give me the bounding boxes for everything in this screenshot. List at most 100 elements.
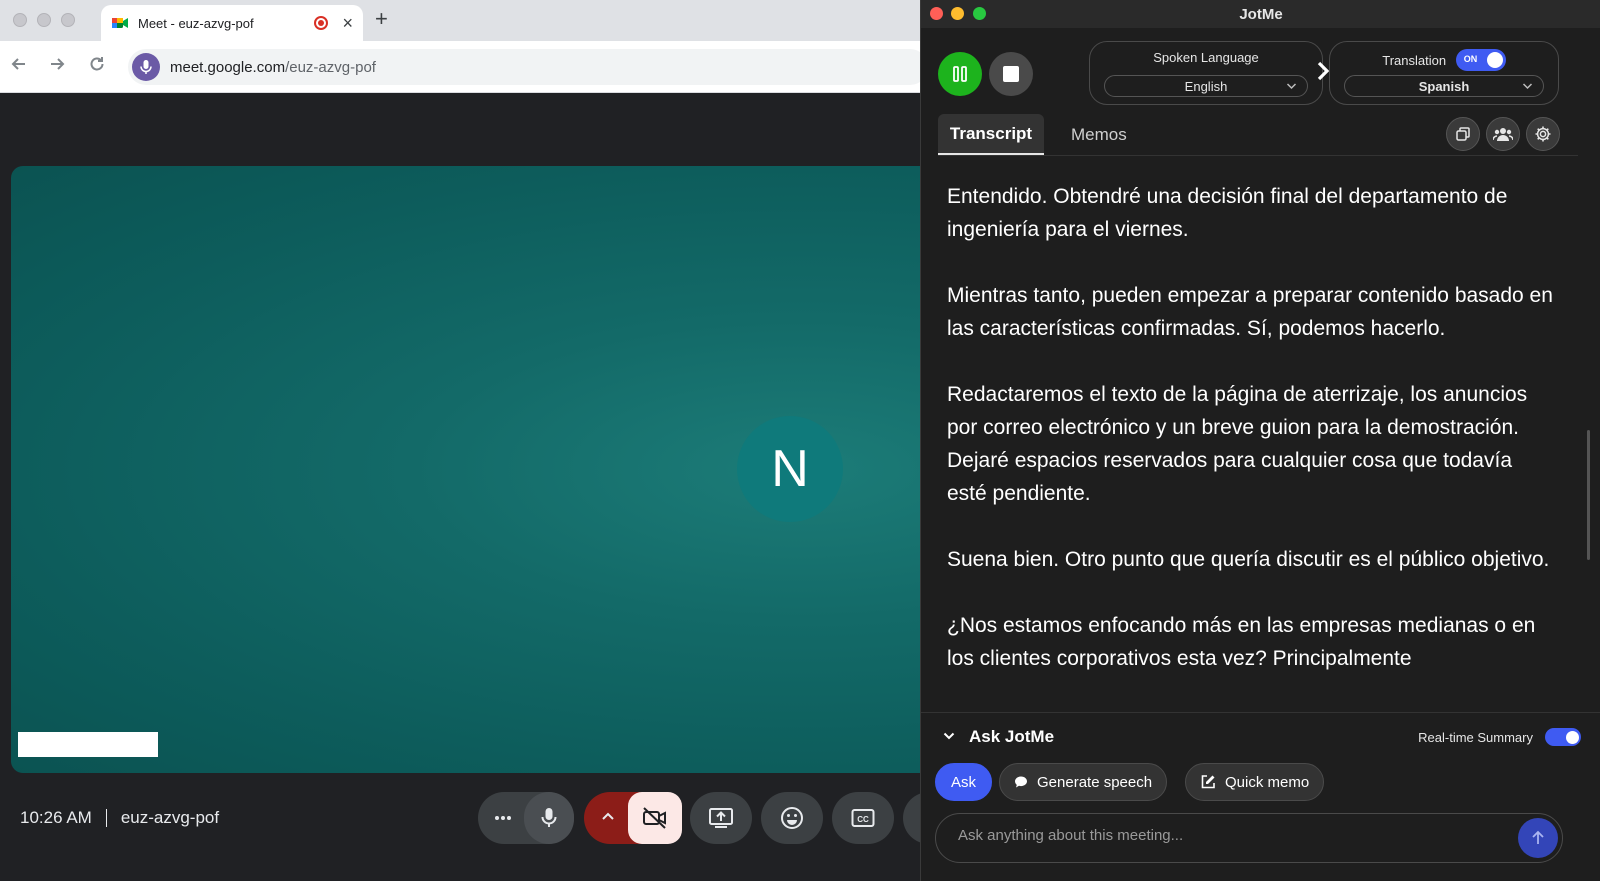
transcript-paragraph: Entendido. Obtendré una decisión final d… [947, 185, 1508, 241]
gear-icon [1535, 126, 1551, 142]
toggle-knob [1486, 52, 1503, 68]
transcript-area[interactable]: Entendido. Obtendré una decisión final d… [947, 180, 1555, 700]
translation-language-select[interactable]: Spanish [1344, 75, 1544, 97]
copy-icon [1456, 127, 1470, 141]
url-text: meet.google.com/euz-azvg-pof [170, 59, 376, 76]
transcript-paragraph: Suena bien. Otro punto que quería discut… [947, 548, 1550, 571]
jotme-close-button[interactable] [930, 7, 943, 20]
emoji-icon [781, 807, 803, 829]
chevron-down-icon [1286, 78, 1297, 97]
captions-button[interactable]: CC [832, 792, 894, 844]
divider [105, 809, 107, 827]
new-tab-button[interactable]: + [375, 6, 388, 32]
speakers-button[interactable] [1486, 117, 1520, 151]
translation-card: Translation ON Spanish [1329, 41, 1559, 105]
edit-note-icon [1200, 774, 1216, 790]
jotme-panel: JotMe Spoken Language English Translatio… [920, 0, 1600, 881]
window-close-button[interactable] [13, 13, 27, 27]
realtime-summary-control: Real-time Summary [1418, 728, 1581, 746]
chevron-up-icon[interactable] [600, 808, 616, 824]
translation-label: Translation [1382, 52, 1447, 68]
realtime-summary-toggle[interactable] [1545, 728, 1581, 746]
jotme-titlebar: JotMe [921, 0, 1600, 28]
back-arrow-icon[interactable] [10, 55, 28, 78]
jotme-app-title: JotMe [1239, 5, 1283, 23]
generate-speech-button[interactable]: Generate speech [999, 763, 1168, 801]
more-mic-group [478, 792, 574, 844]
transcript-paragraph: ¿Nos estamos enfocando más en las empres… [947, 614, 1536, 670]
pause-icon [953, 66, 967, 82]
window-zoom-button[interactable] [61, 13, 75, 27]
microphone-button[interactable] [524, 792, 574, 844]
camera-group [584, 792, 682, 844]
meet-video-stage: N [11, 166, 940, 773]
svg-text:CC: CC [857, 815, 869, 824]
tab-bar: Meet - euz-azvg-pof × + [0, 0, 940, 41]
arrow-up-icon [1532, 830, 1544, 844]
jotme-tabs: Transcript Memos [938, 114, 1578, 156]
speech-bubble-icon [1014, 775, 1028, 789]
ask-input[interactable] [958, 827, 1498, 844]
reload-icon[interactable] [88, 55, 106, 78]
closed-captions-icon: CC [851, 809, 875, 827]
forward-arrow-icon[interactable] [48, 55, 66, 78]
google-meet-icon [111, 14, 129, 32]
stop-button[interactable] [989, 52, 1033, 96]
transcript-paragraph: Mientras tanto, pueden empezar a prepara… [947, 284, 1553, 340]
video-off-icon [643, 807, 666, 829]
ask-jotme-header[interactable]: Ask JotMe [943, 727, 1054, 747]
tab-transcript[interactable]: Transcript [938, 114, 1044, 155]
more-options-icon[interactable] [494, 806, 512, 830]
stop-icon [1003, 66, 1019, 82]
camera-off-button[interactable] [628, 792, 682, 844]
settings-button[interactable] [1526, 117, 1560, 151]
people-icon [1493, 128, 1513, 141]
transcript-paragraph: Redactaremos el texto de la página de at… [947, 383, 1528, 505]
translation-header: Translation ON [1330, 49, 1558, 71]
spoken-language-label: Spoken Language [1153, 50, 1259, 65]
ask-button[interactable]: Ask [935, 763, 993, 801]
present-screen-icon [709, 808, 733, 828]
participant-name-plate [18, 732, 158, 757]
recording-icon [314, 16, 329, 30]
spoken-language-value: English [1184, 78, 1228, 94]
ask-input-box [935, 813, 1563, 863]
meet-control-bar: 10:26 AM euz-azvg-pof CC [0, 790, 940, 850]
url-omnibox[interactable]: meet.google.com/euz-azvg-pof [128, 49, 928, 85]
generate-speech-label: Generate speech [1037, 773, 1153, 791]
quick-memo-label: Quick memo [1225, 773, 1310, 791]
translation-toggle[interactable]: ON [1455, 49, 1506, 71]
send-button[interactable] [1518, 818, 1558, 858]
toggle-knob [1566, 730, 1579, 744]
tab-close-button[interactable]: × [342, 14, 353, 32]
browser-tab-meet[interactable]: Meet - euz-azvg-pof × [101, 5, 363, 41]
transcript-scrollbar[interactable] [1587, 430, 1590, 560]
meeting-time: 10:26 AM [20, 808, 92, 827]
ask-jotme-title: Ask JotMe [969, 727, 1055, 746]
microphone-icon [541, 808, 557, 827]
spoken-language-card: Spoken Language English [1089, 41, 1323, 105]
present-screen-button[interactable] [690, 792, 752, 844]
toggle-on-text: ON [1463, 54, 1478, 64]
address-bar: meet.google.com/euz-azvg-pof [0, 41, 940, 93]
chevron-down-icon[interactable] [943, 730, 955, 744]
pause-button[interactable] [938, 52, 982, 96]
spoken-language-select[interactable]: English [1104, 75, 1308, 97]
realtime-summary-label: Real-time Summary [1418, 729, 1533, 745]
meeting-info: 10:26 AM euz-azvg-pof [20, 808, 219, 828]
translation-language-value: Spanish [1418, 78, 1470, 94]
microphone-in-use-icon[interactable] [132, 53, 160, 81]
meeting-code: euz-azvg-pof [120, 808, 220, 827]
copy-button[interactable] [1446, 117, 1480, 151]
jotme-minimize-button[interactable] [951, 7, 964, 20]
reactions-button[interactable] [761, 792, 823, 844]
browser-window: Meet - euz-azvg-pof × + meet.google.com/… [0, 0, 940, 881]
window-minimize-button[interactable] [37, 13, 51, 27]
quick-memo-button[interactable]: Quick memo [1185, 763, 1325, 801]
tab-memos[interactable]: Memos [1071, 125, 1127, 145]
jotme-zoom-button[interactable] [973, 7, 986, 20]
tab-title: Meet - euz-azvg-pof [138, 15, 254, 31]
url-domain: meet.google.com [170, 58, 286, 76]
chevron-down-icon [1522, 78, 1533, 97]
url-path: /euz-azvg-pof [285, 58, 376, 76]
